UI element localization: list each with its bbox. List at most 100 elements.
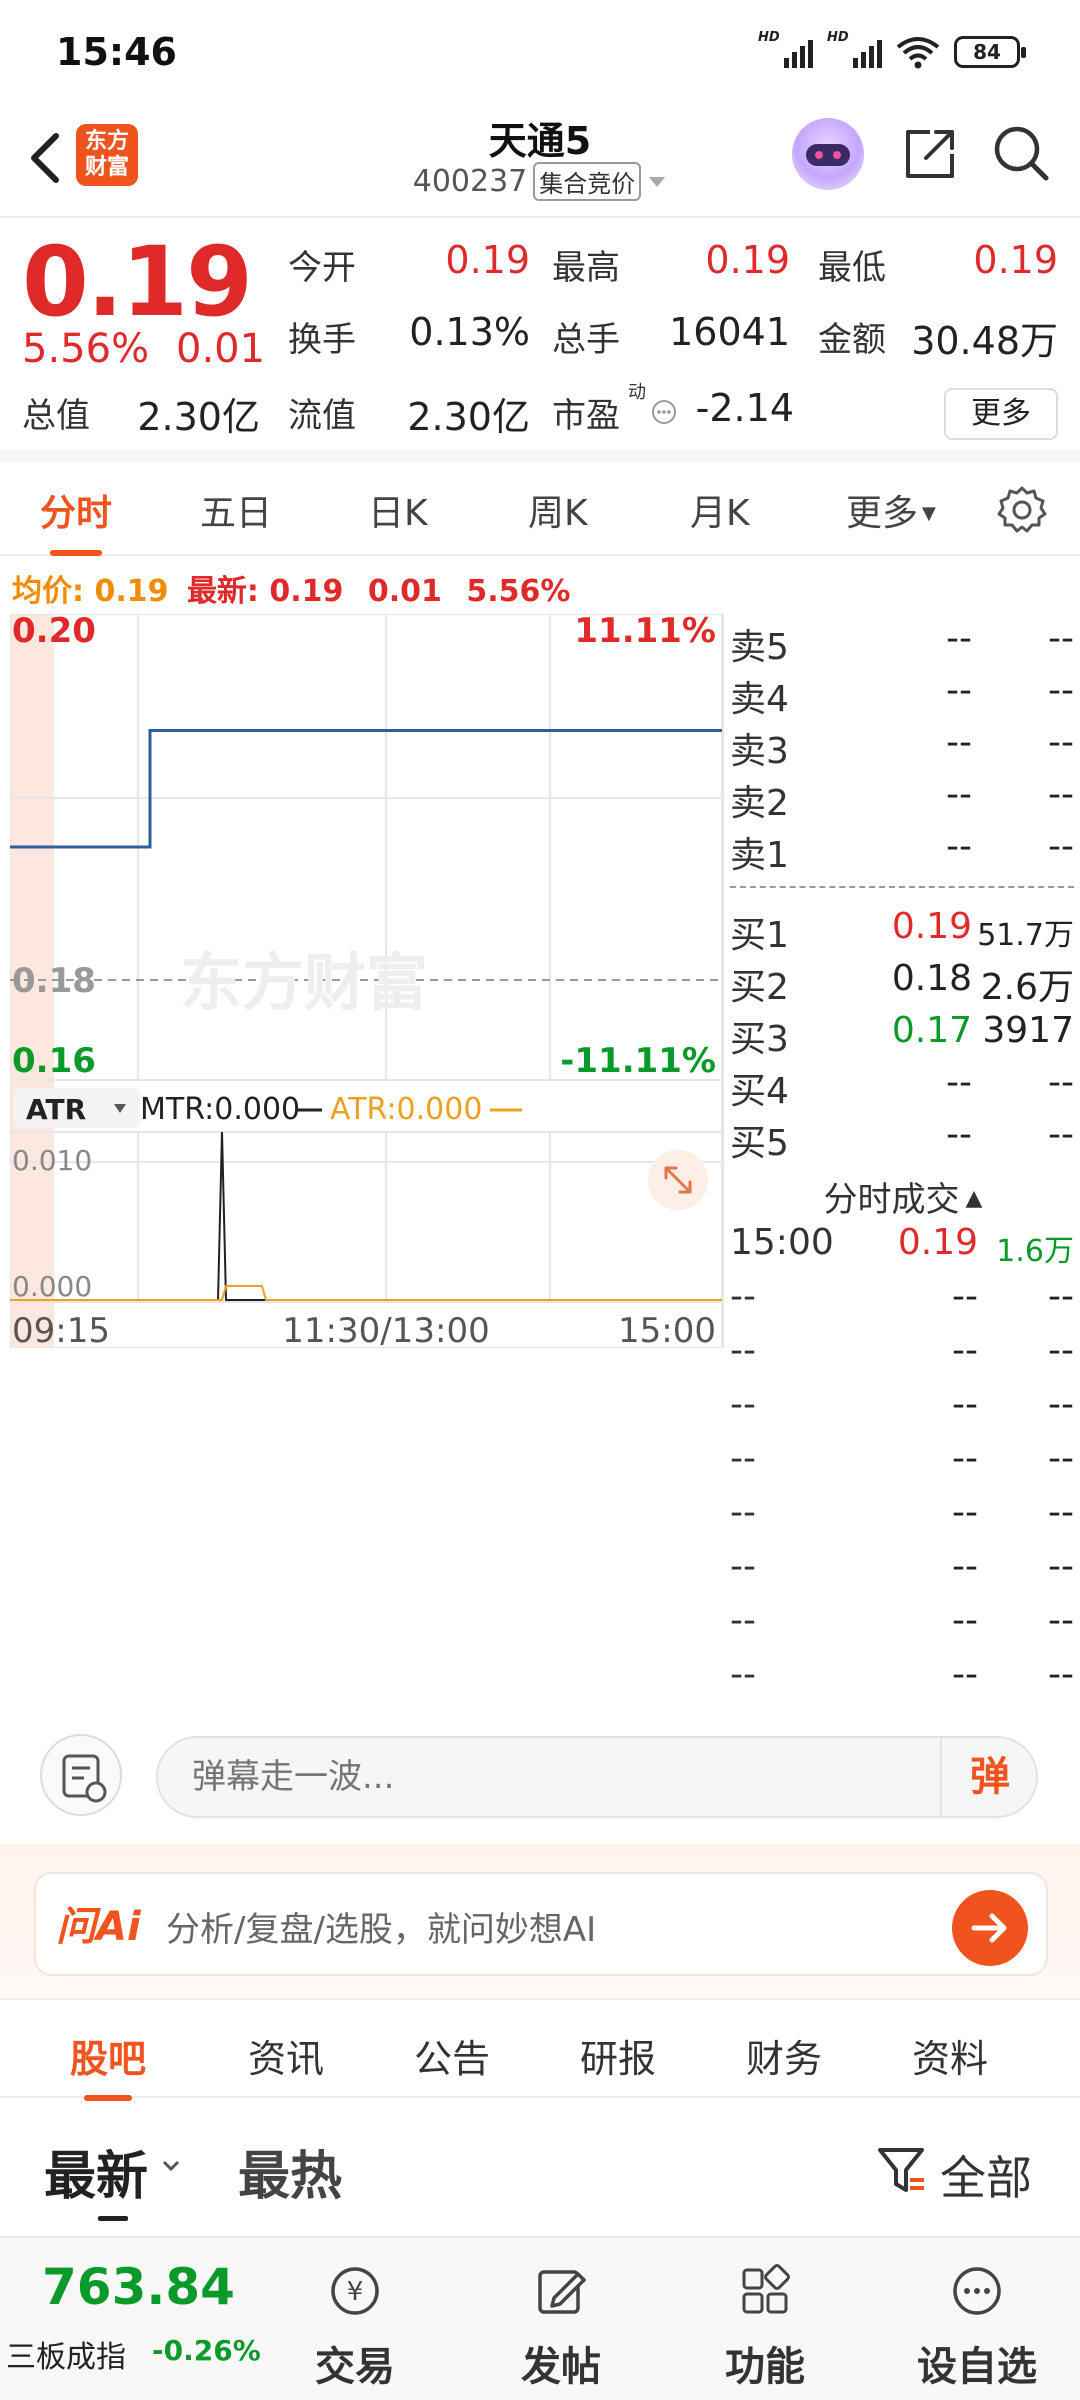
dropdown-icon <box>649 176 666 187</box>
turnover-value: 0.13% <box>409 310 530 354</box>
bid-row: 买3 0.17 3917 <box>730 1010 1074 1060</box>
tab-five-day[interactable]: 五日 <box>200 484 272 536</box>
pe-label: 市盈 <box>552 396 620 436</box>
sort-hot[interactable]: 最热 <box>238 2134 342 2209</box>
trade-row: -- -- -- <box>730 1546 1074 1587</box>
pct-axis-bottom: -11.11% <box>560 1041 716 1081</box>
index-ticker[interactable]: 763.84 三板成指 -0.26% <box>0 2238 261 2400</box>
caret-down-icon: ▼ <box>922 503 936 524</box>
stock-header: 东方 财富 天通5 400237 集合竞价 <box>0 100 1080 218</box>
y-axis-mid: 0.18 <box>12 961 96 1001</box>
index-value: 763.84 <box>42 2258 235 2316</box>
tab-monthly-k[interactable]: 月K <box>690 484 750 536</box>
trade-row: -- -- -- <box>730 1654 1074 1695</box>
latest-price-label: 最新: <box>186 574 259 609</box>
trade-row: 15:00 0.19 1.6万 <box>730 1222 1074 1269</box>
watermark: 东方财富 <box>180 946 428 1019</box>
nav-features[interactable]: 功能 <box>700 2262 830 2392</box>
ai-assistant-avatar[interactable] <box>792 118 864 190</box>
tab-research[interactable]: 研报 <box>580 2028 656 2083</box>
info-change-amount: 0.01 <box>367 574 442 609</box>
search-icon[interactable] <box>990 122 1052 184</box>
signal-icon: HD <box>758 30 813 68</box>
ask-row: 卖4 -- -- <box>730 670 1074 720</box>
tab-profile[interactable]: 资料 <box>912 2028 988 2083</box>
ask-row: 卖1 -- -- <box>730 826 1074 876</box>
bid-row: 买4 -- -- <box>730 1062 1074 1112</box>
tab-announcements[interactable]: 公告 <box>414 2028 490 2083</box>
avg-price-value: 0.19 <box>94 574 169 609</box>
amount-label: 金额 <box>818 320 886 360</box>
edit-icon <box>538 2270 586 2314</box>
share-icon[interactable] <box>900 124 960 184</box>
ask-row: 卖3 -- -- <box>730 722 1074 772</box>
filter-label[interactable]: 全部 <box>940 2142 1032 2208</box>
volume-value: 16041 <box>669 310 790 354</box>
status-bar: 15:46 HD HD 84 <box>0 0 1080 100</box>
y-axis-top: 0.20 <box>12 614 96 651</box>
bottom-nav: 763.84 三板成指 -0.26% ¥ 交易 发帖 功能 设自选 <box>0 2236 1080 2400</box>
tab-intraday[interactable]: 分时 <box>40 484 112 556</box>
section-tabs: 股吧 资讯 公告 研报 财务 资料 <box>0 2002 1080 2101</box>
chevron-down-icon <box>162 2160 180 2172</box>
trade-row: -- -- -- <box>730 1384 1074 1425</box>
open-value: 0.19 <box>445 238 530 282</box>
volume-label: 总手 <box>552 320 620 360</box>
gear-icon[interactable] <box>996 484 1048 536</box>
tab-financials[interactable]: 财务 <box>746 2028 822 2083</box>
status-time: 15:46 <box>56 30 177 74</box>
intraday-chart[interactable]: 东方财富 0.20 0.18 0.16 11.11% -11.11% ATR M… <box>10 614 722 1348</box>
auction-badge: 集合竞价 <box>533 162 642 201</box>
tab-news[interactable]: 资讯 <box>248 2028 324 2083</box>
tab-weekly-k[interactable]: 周K <box>528 484 588 536</box>
arrow-right-icon[interactable] <box>952 1890 1028 1966</box>
tab-more[interactable]: 更多 ▼ <box>846 484 936 536</box>
x-axis-end: 15:00 <box>618 1311 716 1348</box>
index-change: -0.26% <box>152 2334 261 2367</box>
mtr-line <box>10 1131 722 1301</box>
danmaku-input[interactable] <box>156 1736 1038 1818</box>
sort-latest[interactable]: 最新 <box>44 2134 148 2209</box>
order-book[interactable]: 卖5 -- -- 卖4 -- -- 卖3 -- -- 卖2 -- -- 卖1 -- -- 买1 0.1… <box>726 614 1080 1164</box>
more-icon <box>953 2267 1001 2315</box>
ask-row: 卖2 -- -- <box>730 774 1074 824</box>
sub-y-top: 0.010 <box>12 1144 92 1177</box>
trade-row: -- -- -- <box>730 1276 1074 1317</box>
price-line <box>10 729 722 849</box>
tab-daily-k[interactable]: 日K <box>368 484 428 536</box>
bid-row: 买5 -- -- <box>730 1114 1074 1164</box>
latest-price-value: 0.19 <box>269 574 344 609</box>
svg-text:¥: ¥ <box>347 2277 364 2307</box>
x-axis-start: 09:15 <box>12 1311 110 1348</box>
status-icons: HD HD 84 <box>758 30 1026 72</box>
indicator-select-label: ATR <box>26 1093 86 1126</box>
change-percent: 5.56% <box>22 326 150 372</box>
trades-title[interactable]: 分时成交 ▲ <box>726 1172 1080 1221</box>
low-value: 0.19 <box>973 238 1058 282</box>
price-info-line: 均价: 0.19 最新: 0.19 0.01 5.56% <box>12 566 570 610</box>
nav-trade[interactable]: ¥ 交易 <box>290 2262 420 2392</box>
amount-value: 30.48万 <box>911 319 1058 363</box>
ai-prompt-text: 分析/复盘/选股，就问妙想AI <box>166 1910 597 1950</box>
filter-icon[interactable] <box>876 2144 926 2196</box>
info-icon[interactable] <box>650 398 678 426</box>
grid-icon <box>742 2264 790 2314</box>
nav-post[interactable]: 发帖 <box>496 2262 626 2392</box>
danmaku-settings-button[interactable] <box>40 1734 122 1816</box>
chart-divider <box>722 614 724 1348</box>
mtr-label: MTR:0.000 <box>140 1092 300 1127</box>
trade-icon: ¥ <box>331 2267 379 2315</box>
ai-logo: 问Ai <box>56 1904 141 1950</box>
market-cap-label: 总值 <box>22 396 90 436</box>
ai-ask-bar[interactable]: 问Ai 分析/复盘/选股，就问妙想AI <box>34 1872 1048 1976</box>
trade-row: -- -- -- <box>730 1492 1074 1533</box>
quote-more-button[interactable]: 更多 <box>944 388 1058 440</box>
x-axis-mid: 11:30/13:00 <box>282 1311 489 1348</box>
battery-icon: 84 <box>954 36 1026 68</box>
tab-guba[interactable]: 股吧 <box>70 2028 146 2101</box>
danmaku-bar: 弹 <box>0 1712 1080 1834</box>
danmaku-send-button[interactable]: 弹 <box>940 1736 1038 1818</box>
nav-add-watchlist[interactable]: 设自选 <box>912 2262 1042 2392</box>
ask-row: 卖5 -- -- <box>730 618 1074 668</box>
high-value: 0.19 <box>705 238 790 282</box>
